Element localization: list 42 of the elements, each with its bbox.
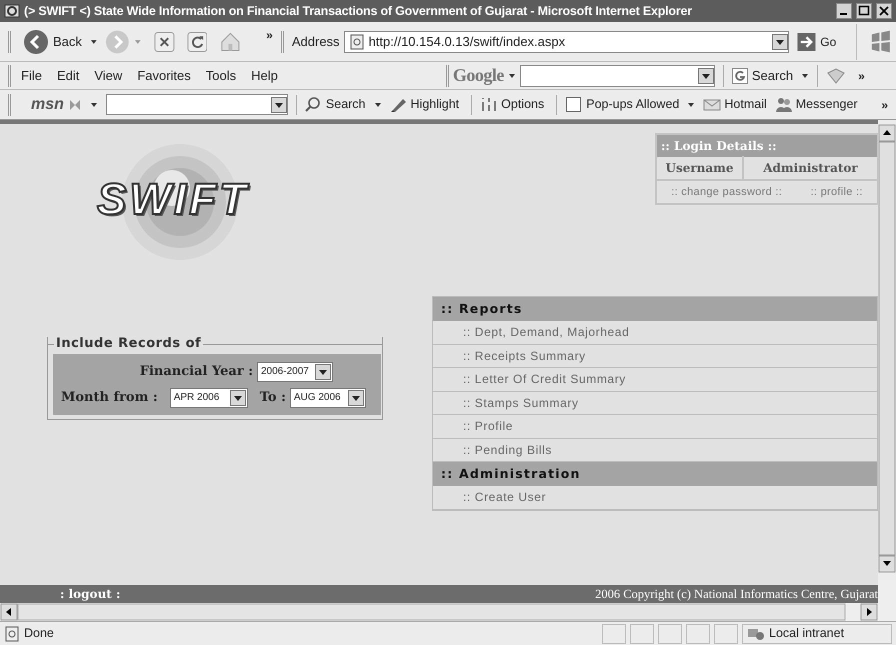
go-button[interactable]: Go [820,32,836,50]
month-from-label: Month from : [61,388,158,407]
address-field[interactable]: http://10.154.0.13/swift/index.aspx [344,30,790,52]
financial-year-label: Financial Year : [140,362,253,381]
logout-link[interactable]: : logout : [60,585,120,603]
select-field[interactable]: 2006-2007 [257,362,333,382]
select-field[interactable]: AUG 2006 [290,388,366,408]
login-details-header: :: Login Details :: [657,135,877,157]
username-value: Administrator [762,160,859,177]
search-button[interactable]: Search [326,95,366,114]
zone-text: Local intranet [769,625,844,642]
more-button[interactable]: » [858,66,865,84]
username-label: Username [657,156,744,180]
menu-item[interactable]: Tools [200,66,242,86]
menu-item[interactable]: Edit [50,66,86,86]
report-menu-item[interactable]: :: Pending Bills [433,438,877,462]
more-button[interactable]: » [881,96,888,114]
menu-item[interactable]: Favorites [131,66,197,86]
copyright-text: 2006 Copyright (c) National Informatics Centre, Gujarat [595,586,878,603]
popups-button[interactable]: Pop-ups Allowed [586,95,680,114]
logo-text: SWIFT [97,178,249,222]
msn-logo[interactable]: msn [31,92,64,116]
menu-item[interactable]: View [88,66,128,86]
highlight-button[interactable]: Highlight [410,95,460,114]
report-menu-item[interactable]: :: Stamps Summary [433,392,877,415]
hotmail-button[interactable]: Hotmail [724,95,767,114]
address-label: Address [292,32,340,51]
messenger-button[interactable]: Messenger [796,95,858,114]
window-title: (> SWIFT <) State Wide Information on Financial Transactions of Government of Gujarat - Microsoft Internet Explorer [24,2,693,20]
select-field[interactable]: APR 2006 [170,388,248,408]
section-header: :: Administration [433,462,877,486]
search-button[interactable]: Search [752,66,794,86]
menu-item[interactable]: File [15,66,48,86]
options-button[interactable]: Options [501,95,544,114]
report-menu-item[interactable]: :: Receipts Summary [433,344,877,368]
to-label: To : [260,388,286,407]
back-button[interactable]: Back [53,32,82,52]
menu-item[interactable]: Help [245,66,284,86]
google-logo[interactable]: Google [452,62,504,89]
status-text: Done [24,625,55,642]
section-header: :: Reports [433,297,877,321]
more-button[interactable]: » [266,26,273,44]
